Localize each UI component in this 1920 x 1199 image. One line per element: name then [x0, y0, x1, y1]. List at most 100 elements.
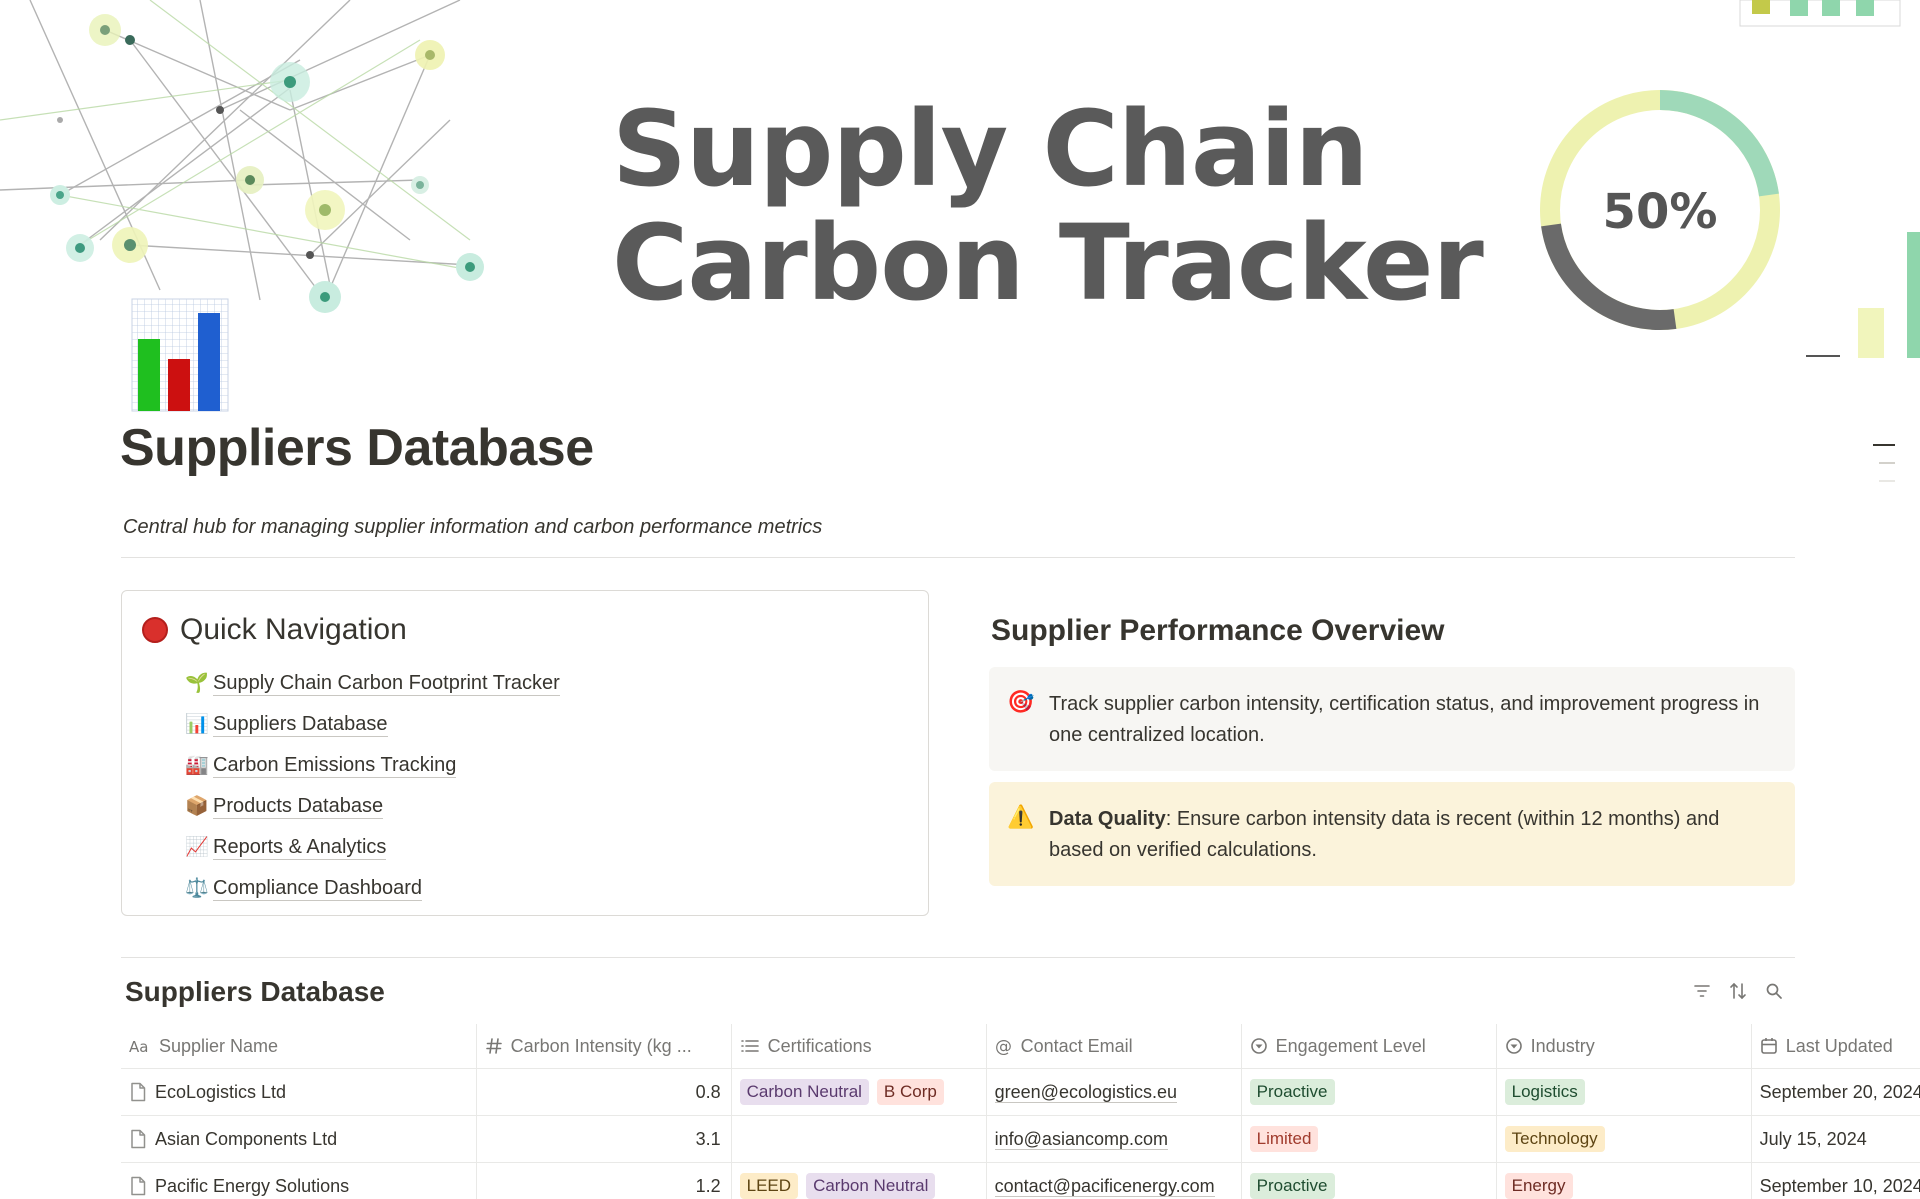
- last-updated-cell[interactable]: July 15, 2024: [1752, 1116, 1920, 1162]
- certification-tag: LEED: [739, 1173, 799, 1199]
- industry-tag: Technology: [1504, 1126, 1605, 1152]
- stop-sign-icon: [142, 617, 168, 643]
- cover-title: Supply Chain Carbon Tracker: [612, 88, 1484, 324]
- supplier-name-cell[interactable]: EcoLogistics Ltd: [121, 1069, 477, 1115]
- contact-email-cell[interactable]: info@asiancomp.com: [987, 1116, 1242, 1162]
- page-icon: [131, 1082, 146, 1102]
- search-icon[interactable]: [1765, 982, 1783, 1000]
- column-header-industry[interactable]: Industry: [1497, 1024, 1752, 1068]
- filter-icon[interactable]: [1693, 982, 1711, 1000]
- column-header-last-updated[interactable]: Last Updated: [1752, 1024, 1920, 1068]
- cover-title-line1: Supply Chain: [612, 88, 1369, 210]
- warning-callout[interactable]: ⚠️ Data Quality: Ensure carbon intensity…: [989, 782, 1795, 886]
- nav-link-label[interactable]: Reports & Analytics: [213, 835, 387, 860]
- supplier-name-cell[interactable]: Asian Components Ltd: [121, 1116, 477, 1162]
- industry-cell[interactable]: Logistics: [1497, 1069, 1752, 1115]
- divider: [121, 557, 1795, 558]
- column-label: Last Updated: [1785, 1035, 1893, 1056]
- certifications-cell[interactable]: Carbon Neutral B Corp: [732, 1069, 987, 1115]
- page-title[interactable]: Suppliers Database: [120, 418, 594, 478]
- nav-link-label[interactable]: Compliance Dashboard: [213, 876, 423, 901]
- cover-title-line2: Carbon Tracker: [612, 202, 1484, 324]
- toc-indicator[interactable]: [1879, 480, 1895, 482]
- nav-link-products-database[interactable]: 📦 Products Database: [185, 786, 560, 827]
- nav-link-carbon-emissions-tracking[interactable]: 🏭 Carbon Emissions Tracking: [185, 745, 560, 786]
- contact-email-link[interactable]: info@asiancomp.com: [994, 1129, 1168, 1150]
- column-header-certifications[interactable]: Certifications: [732, 1024, 987, 1068]
- carbon-intensity-cell[interactable]: 0.8: [477, 1069, 732, 1115]
- sort-icon[interactable]: [1729, 982, 1747, 1000]
- quick-navigation-list: 🌱 Supply Chain Carbon Footprint Tracker …: [185, 663, 560, 909]
- page-icon: [131, 1129, 146, 1149]
- contact-email-link[interactable]: contact@pacificenergy.com: [994, 1176, 1215, 1197]
- last-updated-cell[interactable]: September 10, 2024: [1752, 1163, 1920, 1199]
- industry-cell[interactable]: Energy: [1497, 1163, 1752, 1199]
- contact-email-cell[interactable]: contact@pacificenergy.com: [987, 1163, 1242, 1199]
- quick-navigation-header: Quick Navigation: [142, 613, 407, 647]
- certification-tag: B Corp: [876, 1079, 944, 1105]
- supplier-name[interactable]: Asian Components Ltd: [155, 1129, 337, 1150]
- industry-tag: Logistics: [1504, 1079, 1585, 1105]
- toc-indicator[interactable]: [1873, 444, 1895, 446]
- email-property-icon: @: [995, 1037, 1012, 1055]
- toc-indicator[interactable]: [1879, 462, 1895, 464]
- engagement-level-cell[interactable]: Limited: [1242, 1116, 1497, 1162]
- overview-heading[interactable]: Supplier Performance Overview: [991, 614, 1445, 648]
- engagement-level-cell[interactable]: Proactive: [1242, 1069, 1497, 1115]
- quick-navigation-heading: Quick Navigation: [180, 613, 407, 646]
- nav-link-carbon-footprint-tracker[interactable]: 🌱 Supply Chain Carbon Footprint Tracker: [185, 663, 560, 704]
- divider: [121, 957, 1795, 958]
- factory-icon: 🏭: [185, 755, 209, 776]
- target-icon[interactable]: 🎯: [1007, 691, 1034, 713]
- carbon-intensity-cell[interactable]: 1.2: [477, 1163, 732, 1199]
- svg-text:Aa: Aa: [129, 1038, 148, 1054]
- select-property-icon: [1250, 1038, 1267, 1054]
- supplier-name[interactable]: Pacific Energy Solutions: [155, 1176, 349, 1197]
- nav-link-label[interactable]: Carbon Emissions Tracking: [213, 753, 457, 778]
- column-header-supplier-name[interactable]: Aa Supplier Name: [121, 1024, 477, 1068]
- select-property-icon: [1505, 1038, 1522, 1054]
- contact-email-link[interactable]: green@ecologistics.eu: [994, 1082, 1178, 1103]
- column-header-contact-email[interactable]: @ Contact Email: [987, 1024, 1242, 1068]
- carbon-intensity-cell[interactable]: 3.1: [477, 1116, 732, 1162]
- database-title[interactable]: Suppliers Database: [125, 976, 385, 1008]
- column-label: Industry: [1530, 1035, 1595, 1056]
- quick-navigation-card: Quick Navigation 🌱 Supply Chain Carbon F…: [121, 590, 929, 916]
- certifications-cell[interactable]: LEED Carbon Neutral: [732, 1163, 987, 1199]
- column-header-carbon-intensity[interactable]: Carbon Intensity (kg ...: [477, 1024, 732, 1068]
- page-icon: [131, 1176, 146, 1196]
- svg-text:@: @: [995, 1037, 1012, 1055]
- bar-chart-icon: 📊: [185, 714, 209, 735]
- multi-select-icon: [740, 1040, 759, 1052]
- cover-image: Supply Chain Carbon Tracker 50%: [0, 0, 1920, 358]
- engagement-tag: Limited: [1249, 1126, 1319, 1152]
- column-label: Carbon Intensity (kg ...: [510, 1035, 692, 1056]
- number-property-icon: [485, 1038, 502, 1054]
- column-label: Engagement Level: [1275, 1035, 1426, 1056]
- table-row[interactable]: EcoLogistics Ltd 0.8 Carbon Neutral B Co…: [121, 1069, 1920, 1116]
- table-row[interactable]: Pacific Energy Solutions 1.2 LEED Carbon…: [121, 1163, 1920, 1199]
- table-row[interactable]: Asian Components Ltd 3.1 info@asiancomp.…: [121, 1116, 1920, 1163]
- column-header-engagement-level[interactable]: Engagement Level: [1242, 1024, 1497, 1068]
- supplier-name-cell[interactable]: Pacific Energy Solutions: [121, 1163, 477, 1199]
- engagement-tag: Proactive: [1249, 1079, 1335, 1105]
- nav-link-reports-analytics[interactable]: 📈 Reports & Analytics: [185, 827, 560, 868]
- engagement-tag: Proactive: [1249, 1173, 1335, 1199]
- last-updated-cell[interactable]: September 20, 2024: [1752, 1069, 1920, 1115]
- warning-icon[interactable]: ⚠️: [1007, 806, 1034, 828]
- info-callout[interactable]: 🎯 Track supplier carbon intensity, certi…: [989, 667, 1795, 771]
- certifications-cell[interactable]: [732, 1116, 987, 1162]
- page-subtitle[interactable]: Central hub for managing supplier inform…: [123, 516, 822, 539]
- nav-link-compliance-dashboard[interactable]: ⚖️ Compliance Dashboard: [185, 868, 560, 909]
- industry-cell[interactable]: Technology: [1497, 1116, 1752, 1162]
- nav-link-label[interactable]: Suppliers Database: [213, 712, 388, 737]
- column-label: Supplier Name: [159, 1035, 279, 1056]
- contact-email-cell[interactable]: green@ecologistics.eu: [987, 1069, 1242, 1115]
- nav-link-label[interactable]: Supply Chain Carbon Footprint Tracker: [213, 671, 560, 696]
- nav-link-suppliers-database[interactable]: 📊 Suppliers Database: [185, 704, 560, 745]
- nav-link-label[interactable]: Products Database: [213, 794, 384, 819]
- supplier-name[interactable]: EcoLogistics Ltd: [155, 1082, 286, 1103]
- bar-chart-icon[interactable]: [130, 297, 230, 413]
- engagement-level-cell[interactable]: Proactive: [1242, 1163, 1497, 1199]
- suppliers-table: Aa Supplier Name Carbon Intensity (kg ..…: [121, 1024, 1920, 1199]
